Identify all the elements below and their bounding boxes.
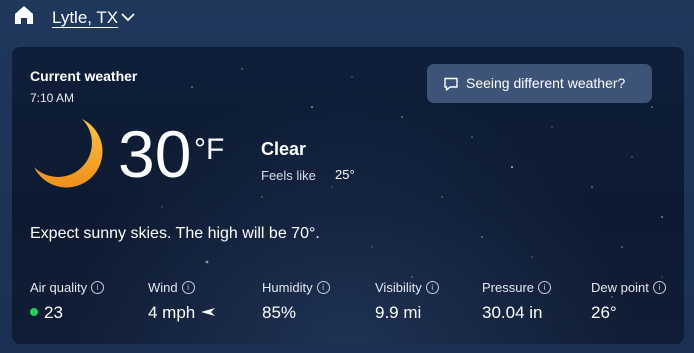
chat-bubble-icon — [444, 77, 458, 91]
current-weather-title: Current weather — [30, 68, 138, 84]
crescent-moon-icon — [34, 119, 103, 188]
wind-direction-arrow-icon — [201, 308, 216, 316]
info-icon[interactable]: i — [425, 281, 439, 294]
temperature-unit[interactable]: °F — [194, 135, 224, 165]
seeing-different-weather-label: Seeing different weather? — [466, 75, 626, 91]
current-weather-card: Current weather 7:10 AM 30 °F Clear Feel… — [12, 47, 684, 344]
metric-dew-point[interactable]: Dew point i 26° — [591, 280, 666, 323]
metric-humidity[interactable]: Humidity i 85% — [262, 280, 330, 323]
metric-air-quality[interactable]: Air quality i 23 — [30, 280, 105, 323]
chevron-down-icon[interactable] — [120, 11, 136, 23]
metric-pressure[interactable]: Pressure i 30.04 in — [482, 280, 552, 323]
air-quality-value: 23 — [44, 303, 63, 322]
feels-like-label: Feels like — [261, 168, 316, 183]
metric-visibility[interactable]: Visibility i 9.9 mi — [375, 280, 439, 323]
temperature-value: 30 — [118, 117, 192, 191]
pressure-value: 30.04 in — [482, 303, 543, 322]
location-selector[interactable]: Lytle, TX — [52, 8, 118, 28]
dew-point-value: 26° — [591, 303, 617, 322]
info-icon[interactable]: i — [181, 281, 195, 294]
weather-condition: Clear — [261, 139, 307, 159]
dew-point-label: Dew point — [591, 280, 649, 295]
visibility-value: 9.9 mi — [375, 303, 422, 322]
observation-time: 7:10 AM — [30, 91, 75, 105]
seeing-different-weather-button[interactable]: Seeing different weather? — [427, 64, 652, 103]
status-dot-icon — [30, 308, 38, 316]
forecast-summary: Expect sunny skies. The high will be 70°… — [30, 225, 320, 242]
wind-label: Wind — [148, 280, 178, 295]
metric-wind[interactable]: Wind i 4 mph — [148, 280, 216, 323]
visibility-label: Visibility — [375, 280, 422, 295]
feels-like-value: 25° — [335, 167, 355, 182]
top-bar: Lytle, TX — [0, 0, 694, 40]
info-icon[interactable]: i — [538, 281, 552, 294]
humidity-value: 85% — [262, 303, 297, 322]
humidity-label: Humidity — [262, 280, 313, 295]
home-icon[interactable] — [13, 4, 35, 26]
wind-value: 4 mph — [148, 303, 196, 322]
info-icon[interactable]: i — [91, 281, 105, 294]
info-icon[interactable]: i — [652, 281, 666, 294]
pressure-label: Pressure — [482, 280, 535, 295]
info-icon[interactable]: i — [316, 281, 330, 294]
air-quality-label: Air quality — [30, 280, 88, 295]
